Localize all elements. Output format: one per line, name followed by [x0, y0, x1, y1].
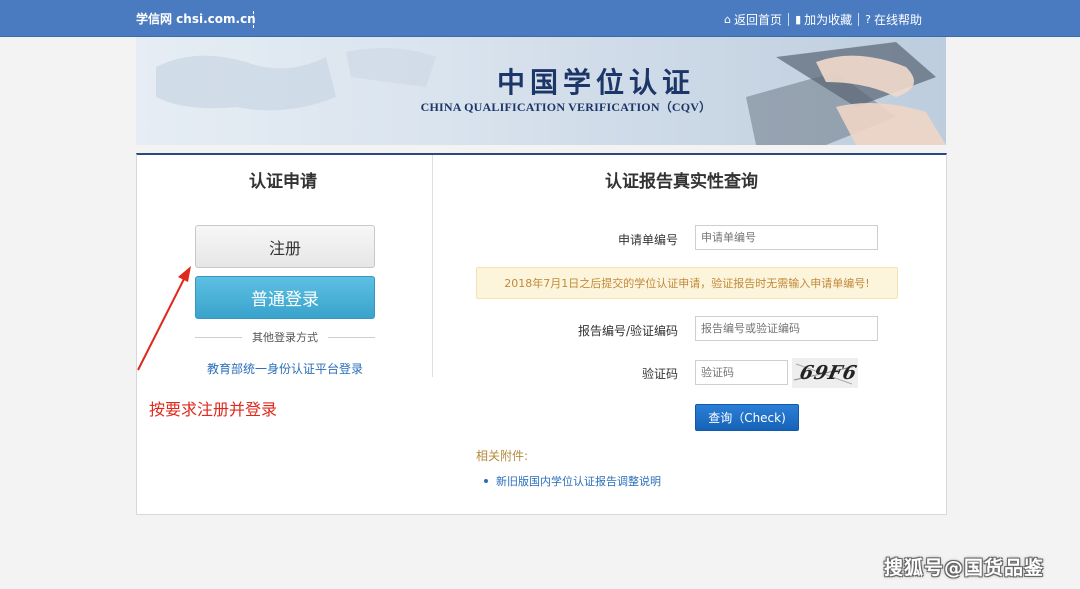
help-link-label: 在线帮助	[873, 13, 922, 27]
divider-line	[328, 336, 375, 338]
site-brand[interactable]: 学信网 chsi.com.cn	[136, 10, 256, 27]
bookmark-icon: ▮	[795, 13, 802, 26]
watermark: 搜狐号@国货品鉴	[884, 557, 1045, 579]
home-link[interactable]: ⌂ 返回首页	[724, 11, 782, 28]
link-divider	[858, 13, 860, 26]
report-no-label: 报告编号/验证编码	[577, 324, 678, 338]
register-button[interactable]: 注册	[195, 225, 375, 268]
captcha-input[interactable]	[695, 360, 788, 385]
application-no-label: 申请单编号	[617, 233, 678, 247]
other-login-label: 其他登录方式	[252, 331, 318, 344]
banner-title-en: CHINA QUALIFICATION VERIFICATION（CQV）	[420, 100, 712, 114]
application-section: 认证申请 注册 普通登录 其他登录方式 教育部统一身份认证平台登录	[137, 155, 433, 377]
edu-auth-login-link[interactable]: 教育部统一身份认证平台登录	[137, 360, 433, 377]
attachment-link[interactable]: 新旧版国内学位认证报告调整说明	[484, 473, 661, 489]
annotation-text: 按要求注册并登录	[149, 400, 278, 419]
verification-section: 认证报告真实性查询 申请单编号 2018年7月1日之后提交的学位认证申请，验证报…	[434, 155, 946, 515]
top-links: ⌂ 返回首页 ▮ 加为收藏 ? 在线帮助	[724, 11, 922, 28]
attachments-title: 相关附件:	[476, 449, 529, 463]
report-no-input[interactable]	[695, 316, 878, 341]
help-icon: ?	[865, 13, 871, 26]
verification-title: 认证报告真实性查询	[605, 172, 758, 192]
captcha-image[interactable]: 69F6	[792, 358, 858, 388]
bookmark-link-label: 加为收藏	[804, 13, 853, 27]
application-title: 认证申请	[249, 172, 317, 192]
login-button[interactable]: 普通登录	[195, 276, 375, 319]
attachment-link-label: 新旧版国内学位认证报告调整说明	[496, 475, 661, 488]
divider-line	[195, 336, 242, 338]
application-no-input[interactable]	[695, 225, 878, 250]
banner-title-cn: 中国学位认证	[496, 66, 695, 99]
main-panel: 认证申请 注册 普通登录 其他登录方式 教育部统一身份认证平台登录 按要求注册并…	[136, 153, 947, 515]
home-icon: ⌂	[724, 13, 732, 26]
captcha-label: 验证码	[641, 367, 678, 381]
top-navigation-bar: 学信网 chsi.com.cn ⌂ 返回首页 ▮ 加为收藏 ? 在线帮助	[0, 0, 1080, 37]
check-button[interactable]: 查询（Check)	[695, 404, 799, 431]
bookmark-link[interactable]: ▮ 加为收藏	[795, 11, 852, 28]
other-login-divider: 其他登录方式	[195, 329, 375, 345]
header-banner: 中国学位认证 CHINA QUALIFICATION VERIFICATION（…	[136, 37, 946, 145]
brand-separator	[253, 11, 254, 28]
link-divider	[788, 13, 790, 26]
captcha-text: 69F6	[797, 362, 858, 384]
notice-banner: 2018年7月1日之后提交的学位认证申请，验证报告时无需输入申请单编号!	[476, 267, 898, 299]
bullet-icon	[484, 479, 488, 483]
home-link-label: 返回首页	[734, 13, 783, 27]
help-link[interactable]: ? 在线帮助	[865, 11, 922, 28]
